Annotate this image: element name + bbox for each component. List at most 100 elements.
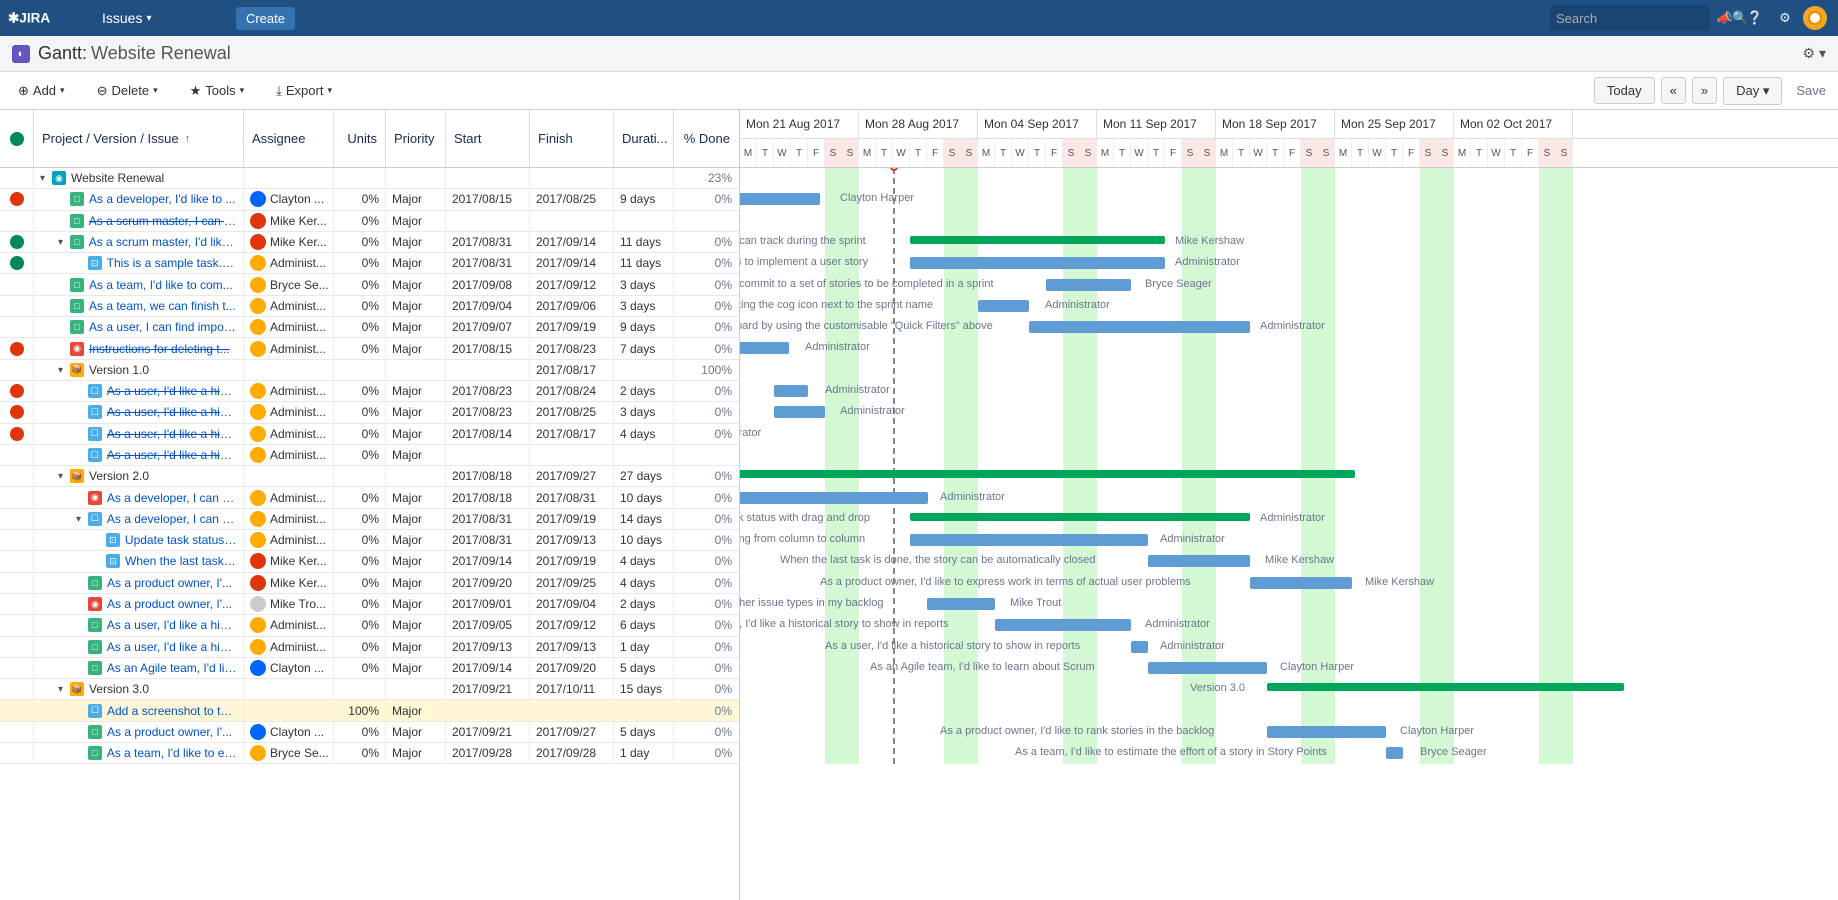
col-finish[interactable]: Finish	[530, 110, 614, 167]
grid-row[interactable]: ▾📦Version 3.0 2017/09/21 2017/10/11 15 d…	[0, 679, 739, 700]
expand-toggle[interactable]: ▾	[40, 173, 50, 183]
grid-row[interactable]: □As a user, I can find impor... Administ…	[0, 317, 739, 338]
user-avatar[interactable]	[1800, 0, 1830, 36]
gantt-task-bar[interactable]	[910, 534, 1148, 546]
grid-row[interactable]: ◉As a product owner, I'... Mike Tro... 0…	[0, 594, 739, 615]
delete-button[interactable]: ⊖Delete▾	[91, 79, 164, 103]
gantt-task-bar[interactable]	[1148, 555, 1250, 567]
issue-name[interactable]: As a product owner, I'...	[107, 725, 232, 739]
gantt-task-bar[interactable]	[740, 342, 789, 354]
grid-row[interactable]: ⊡When the last task ... Mike Ker... 0% M…	[0, 551, 739, 572]
grid-row[interactable]: ◉As a developer, I can u... Administ... …	[0, 487, 739, 508]
gantt-task-bar[interactable]	[910, 257, 1165, 269]
issue-name[interactable]: As a user, I'd like a hist...	[107, 384, 237, 398]
page-settings-icon[interactable]: ⚙ ▾	[1803, 45, 1826, 62]
issue-name[interactable]: As a scrum master, I can s...	[89, 214, 237, 228]
issue-name[interactable]: As a team, we can finish t...	[89, 299, 236, 313]
col-units[interactable]: Units	[334, 110, 386, 167]
feedback-icon[interactable]: 📣	[1710, 0, 1740, 36]
gantt-task-bar[interactable]	[740, 193, 820, 205]
grid-row[interactable]: □As a developer, I'd like to ... Clayton…	[0, 189, 739, 210]
settings-icon[interactable]: ⚙	[1770, 0, 1800, 36]
grid-row[interactable]: ▾◉Website Renewal 23%	[0, 168, 739, 189]
issue-name[interactable]: As a user, I'd like a hist...	[107, 618, 237, 632]
issue-name[interactable]: As a product owner, I'...	[107, 576, 232, 590]
grid-row[interactable]: ◉Instructions for deleting t... Administ…	[0, 338, 739, 359]
grid-row[interactable]: ☐As a user, I'd like a hist... Administ.…	[0, 381, 739, 402]
grid-row[interactable]: □As a user, I'd like a hist... Administ.…	[0, 637, 739, 658]
grid-row[interactable]: ☐As a user, I'd like a hist... Administ.…	[0, 402, 739, 423]
grid-row[interactable]: □As an Agile team, I'd lik... Clayton ..…	[0, 658, 739, 679]
grid-row[interactable]: □As a product owner, I'... Mike Ker... 0…	[0, 573, 739, 594]
grid-row[interactable]: ▾📦Version 1.0 2017/08/17 100%	[0, 360, 739, 381]
jira-logo[interactable]: ✱JIRA	[8, 9, 80, 27]
grid-row[interactable]: ⊡This is a sample task. T... Administ...…	[0, 253, 739, 274]
issue-name[interactable]: As a developer, I can u...	[107, 512, 237, 526]
issue-name[interactable]: As a developer, I can u...	[107, 491, 237, 505]
col-assignee[interactable]: Assignee	[244, 110, 334, 167]
issue-name[interactable]: Update task status ...	[125, 533, 237, 547]
gantt-task-bar[interactable]	[978, 300, 1029, 312]
gantt-task-bar[interactable]	[1267, 726, 1386, 738]
issue-name[interactable]: As a product owner, I'...	[107, 597, 232, 611]
issue-name[interactable]: As an Agile team, I'd lik...	[107, 661, 237, 675]
grid-row[interactable]: □As a team, we can finish t... Administ.…	[0, 296, 739, 317]
next-button[interactable]: »	[1692, 77, 1717, 104]
issue-name[interactable]: Add a screenshot to th...	[107, 704, 237, 718]
gantt-summary-bar[interactable]	[910, 513, 1250, 521]
grid-row[interactable]: ⊡Update task status ... Administ... 0% M…	[0, 530, 739, 551]
expand-toggle[interactable]: ▾	[76, 514, 86, 524]
col-name[interactable]: Project / Version / Issue↑	[34, 110, 244, 167]
issue-name[interactable]: As a team, I'd like to es...	[107, 746, 237, 760]
prev-button[interactable]: «	[1661, 77, 1686, 104]
issue-name[interactable]: As a user, I'd like a hist...	[107, 448, 237, 462]
grid-row[interactable]: ▾□As a scrum master, I'd like ... Mike K…	[0, 232, 739, 253]
grid-row[interactable]: □As a team, I'd like to es... Bryce Se..…	[0, 743, 739, 764]
issue-name[interactable]: As a developer, I'd like to ...	[89, 192, 235, 206]
create-button[interactable]: Create	[236, 7, 295, 30]
col-priority[interactable]: Priority	[386, 110, 446, 167]
gantt-task-bar[interactable]	[740, 492, 928, 504]
gantt-task-bar[interactable]	[1029, 321, 1250, 333]
expand-toggle[interactable]: ▾	[58, 365, 68, 375]
gantt-summary-bar[interactable]	[1267, 683, 1624, 691]
search-input[interactable]	[1556, 11, 1732, 26]
gantt-body[interactable]: Clayton HarperMike Kershawe can track du…	[740, 168, 1838, 764]
issue-name[interactable]: When the last task ...	[125, 554, 237, 568]
col-duration[interactable]: Durati...	[614, 110, 674, 167]
gantt-task-bar[interactable]	[774, 406, 825, 418]
nav-issues[interactable]: Issues▾	[92, 0, 230, 36]
gantt-task-bar[interactable]	[1131, 641, 1148, 653]
grid-row[interactable]: □As a product owner, I'... Clayton ... 0…	[0, 722, 739, 743]
grid-row[interactable]: ☐As a user, I'd like a hist... Administ.…	[0, 424, 739, 445]
export-button[interactable]: ⤓Export▾	[270, 79, 338, 103]
issue-name[interactable]: As a user, I can find impor...	[89, 320, 237, 334]
gantt-task-bar[interactable]	[927, 598, 995, 610]
gantt-task-bar[interactable]	[1386, 747, 1403, 759]
gantt-task-bar[interactable]	[1046, 279, 1131, 291]
today-button[interactable]: Today	[1594, 77, 1655, 104]
grid-row[interactable]: ☐Add a screenshot to th... 100% Major 0%	[0, 700, 739, 721]
expand-toggle[interactable]: ▾	[58, 237, 68, 247]
col-status[interactable]	[0, 110, 34, 167]
col-done[interactable]: % Done	[674, 110, 738, 167]
issue-name[interactable]: As a scrum master, I'd like ...	[89, 235, 237, 249]
expand-toggle[interactable]: ▾	[58, 471, 68, 481]
grid-row[interactable]: □As a user, I'd like a hist... Administ.…	[0, 615, 739, 636]
grid-row[interactable]: □As a scrum master, I can s... Mike Ker.…	[0, 211, 739, 232]
help-icon[interactable]: ❔	[1740, 0, 1770, 36]
gantt-task-bar[interactable]	[774, 385, 808, 397]
grid-row[interactable]: ▾📦Version 2.0 2017/08/18 2017/09/27 27 d…	[0, 466, 739, 487]
gantt-summary-bar[interactable]	[740, 470, 1355, 478]
issue-name[interactable]: As a user, I'd like a hist...	[107, 640, 237, 654]
expand-toggle[interactable]: ▾	[58, 684, 68, 694]
zoom-button[interactable]: Day ▾	[1723, 77, 1782, 105]
add-button[interactable]: ⊕Add▾	[12, 79, 71, 103]
issue-name[interactable]: As a user, I'd like a hist...	[107, 427, 237, 441]
issue-name[interactable]: This is a sample task. T...	[107, 256, 237, 270]
gantt-task-bar[interactable]	[1148, 662, 1267, 674]
grid-row[interactable]: □As a team, I'd like to com... Bryce Se.…	[0, 274, 739, 295]
gantt-summary-bar[interactable]	[910, 236, 1165, 244]
gantt-task-bar[interactable]	[1250, 577, 1352, 589]
grid-row[interactable]: ▾☐As a developer, I can u... Administ...…	[0, 509, 739, 530]
